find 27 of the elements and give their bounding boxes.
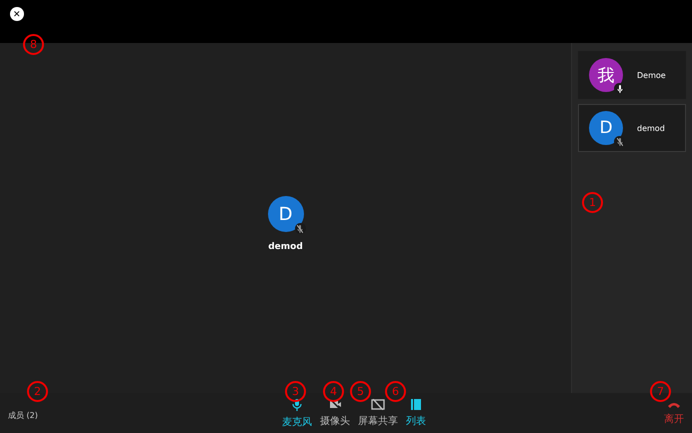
avatar: D — [589, 111, 623, 145]
participant-name: Demoe — [637, 70, 666, 80]
callout-marker: 6 — [385, 381, 406, 402]
share-button[interactable]: 屏幕共享 — [356, 399, 400, 429]
avatar: 我 — [589, 58, 623, 92]
callout-marker: 2 — [27, 381, 48, 402]
callout-marker: 8 — [23, 34, 44, 55]
participant-name: demod — [637, 124, 665, 132]
microphone-icon — [292, 399, 302, 411]
list-button[interactable]: 列表 — [404, 399, 428, 429]
close-button[interactable]: ✕ — [10, 6, 24, 20]
callout-marker: 1 — [582, 192, 603, 213]
camera-off-icon — [328, 399, 342, 410]
hang-up-icon — [668, 402, 680, 408]
participant-name: demod — [268, 242, 303, 252]
participant-card[interactable]: 我 Demoe — [578, 51, 686, 99]
avatar: D — [268, 196, 304, 232]
screen-share-off-icon — [371, 399, 385, 410]
callout-marker: 4 — [323, 381, 344, 402]
mic-button[interactable]: 麦克风 — [280, 399, 314, 429]
callout-marker: 5 — [350, 381, 371, 402]
members-label[interactable]: 成员 (2) — [8, 410, 38, 420]
camera-button[interactable]: 摄像头 — [318, 399, 352, 429]
list-panel-icon — [411, 399, 421, 410]
callout-marker: 3 — [285, 381, 306, 402]
participant-card[interactable]: D demod — [578, 104, 686, 152]
callout-marker: 7 — [650, 381, 671, 402]
